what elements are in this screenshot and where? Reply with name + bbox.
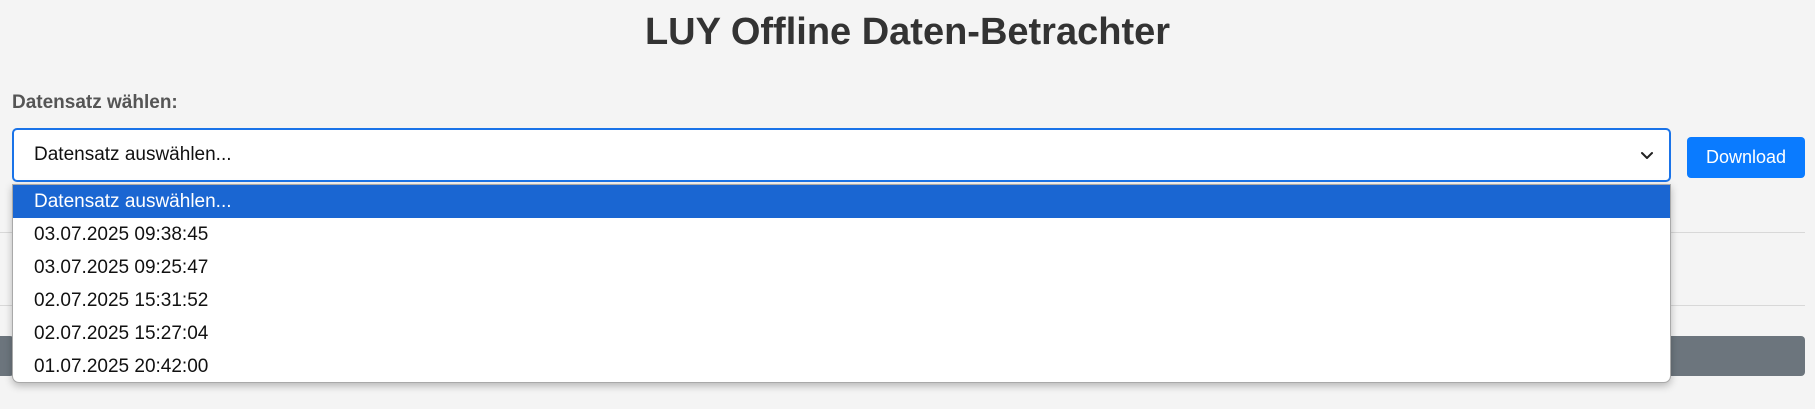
dataset-select-value: Datensatz auswählen... [34, 144, 232, 165]
secondary-button[interactable] [1660, 336, 1805, 376]
dropdown-option[interactable]: 01.07.2025 20:42:00 [13, 350, 1670, 382]
dropdown-option[interactable]: Datensatz auswählen... [13, 185, 1670, 218]
page: LUY Offline Daten-Betrachter Datensatz w… [0, 0, 1815, 409]
dropdown-option[interactable]: 03.07.2025 09:38:45 [13, 218, 1670, 251]
download-button[interactable]: Download [1687, 137, 1805, 178]
dropdown-option[interactable]: 02.07.2025 15:31:52 [13, 284, 1670, 317]
dropdown-option[interactable]: 02.07.2025 15:27:04 [13, 317, 1670, 350]
chevron-down-icon [1641, 152, 1653, 159]
dataset-select[interactable]: Datensatz auswählen... [12, 128, 1671, 182]
dataset-label: Datensatz wählen: [12, 92, 178, 113]
dropdown-option[interactable]: 03.07.2025 09:25:47 [13, 251, 1670, 284]
page-title: LUY Offline Daten-Betrachter [644, 11, 1171, 53]
dataset-dropdown-list: Datensatz auswählen... 03.07.2025 09:38:… [12, 184, 1671, 383]
